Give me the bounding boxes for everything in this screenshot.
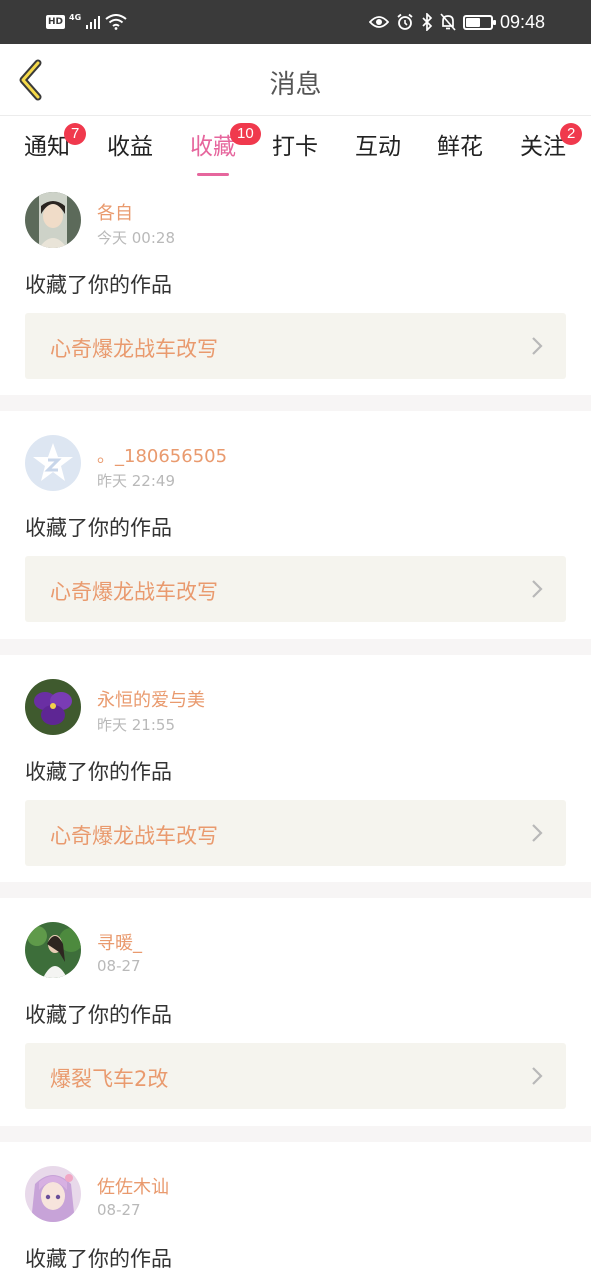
timestamp: 昨天 22:49 [97,472,175,490]
action-text: 收藏了你的作品 [25,1003,172,1027]
tab-label: 关注 [520,134,566,160]
status-left: HD 4G [46,11,127,33]
tab-label: 通知 [24,134,70,160]
message-card: 寻暖_ 08-27 收藏了你的作品 爆裂飞车2改 [0,898,591,1126]
tab-notify[interactable]: 通知 7 [12,123,87,161]
tab-label: 收益 [107,134,153,160]
default-star-avatar [25,435,81,491]
unread-badge: 10 [230,123,261,145]
tab-label: 鲜花 [437,134,483,160]
tab-follow[interactable]: 关注 2 [508,123,583,161]
hd-indicator: HD [46,15,66,29]
page-title: 消息 [269,70,322,100]
tab-flowers[interactable]: 鲜花 [425,127,495,161]
tab-favorites[interactable]: 收藏 10 [178,123,261,176]
violet-flower-avatar [25,679,81,735]
unread-badge: 2 [560,123,583,145]
work-title: 心奇爆龙战车改写 [50,337,218,361]
timestamp: 今天 00:28 [97,229,175,247]
network-type: 4G [69,12,82,22]
avatar[interactable] [25,922,81,978]
unread-badge: 7 [64,123,87,145]
message-card: 各自 今天 00:28 收藏了你的作品 心奇爆龙战车改写 [0,177,591,395]
action-text: 收藏了你的作品 [25,760,172,784]
anime-avatar [25,1166,81,1222]
timestamp: 昨天 21:55 [97,716,175,734]
avatar[interactable] [25,192,81,248]
work-link[interactable]: 心奇爆龙战车改写 [25,556,566,622]
chevron-right-icon [532,580,543,598]
username[interactable]: 永恒的爱与美 [97,686,205,712]
bluetooth-icon [422,13,433,31]
action-text: 收藏了你的作品 [25,516,172,540]
card-divider [0,882,591,898]
signal-icon [86,16,101,29]
chevron-right-icon [532,1067,543,1085]
tab-label: 互动 [355,134,401,160]
tab-checkin[interactable]: 打卡 [260,127,330,161]
work-link[interactable]: 爆裂飞车2改 [25,1043,566,1109]
action-text: 收藏了你的作品 [25,273,172,297]
tab-interaction[interactable]: 互动 [343,127,413,161]
alarm-icon [397,13,413,30]
timestamp: 08-27 [97,1201,141,1219]
battery-icon [462,14,496,30]
card-divider [0,1126,591,1142]
username[interactable]: 各自 [97,199,133,225]
card-divider [0,639,591,655]
battery-fill [465,17,481,27]
card-divider [0,395,591,411]
chevron-right-icon [532,824,543,842]
message-card: 。_180656505 昨天 22:49 收藏了你的作品 心奇爆龙战车改写 [0,411,591,639]
clock: 09:48 [499,11,545,32]
status-right: 09:48 [368,9,545,35]
avatar[interactable] [25,1166,81,1222]
message-tabs: 通知 7 收益 收藏 10 打卡 互动 鲜花 关注 2 [0,117,591,177]
username[interactable]: 佐佐木讪 [97,1173,169,1199]
work-link[interactable]: 心奇爆龙战车改写 [25,800,566,866]
tab-earnings[interactable]: 收益 [95,127,165,161]
timestamp: 08-27 [97,957,141,975]
eye-icon [368,16,389,28]
tab-label: 打卡 [272,134,318,160]
active-tab-indicator [197,173,229,176]
username[interactable]: 寻暖_ [97,929,142,955]
message-card: 永恒的爱与美 昨天 21:55 收藏了你的作品 心奇爆龙战车改写 [0,655,591,883]
message-card: 佐佐木讪 08-27 收藏了你的作品 [0,1142,591,1280]
work-link[interactable]: 心奇爆龙战车改写 [25,313,566,379]
work-title: 心奇爆龙战车改写 [50,824,218,848]
work-title: 心奇爆龙战车改写 [50,580,218,604]
username[interactable]: 。_180656505 [97,442,227,468]
nav-header: 消息 [0,44,591,116]
action-text: 收藏了你的作品 [25,1247,172,1271]
avatar[interactable] [25,679,81,735]
avatar[interactable] [25,435,81,491]
status-bar: HD 4G 09:48 [0,0,591,44]
mute-bell-icon [440,13,456,31]
chevron-right-icon [532,337,543,355]
wifi-icon [105,14,127,30]
work-title: 爆裂飞车2改 [50,1067,169,1091]
tab-label: 收藏 [190,134,236,160]
